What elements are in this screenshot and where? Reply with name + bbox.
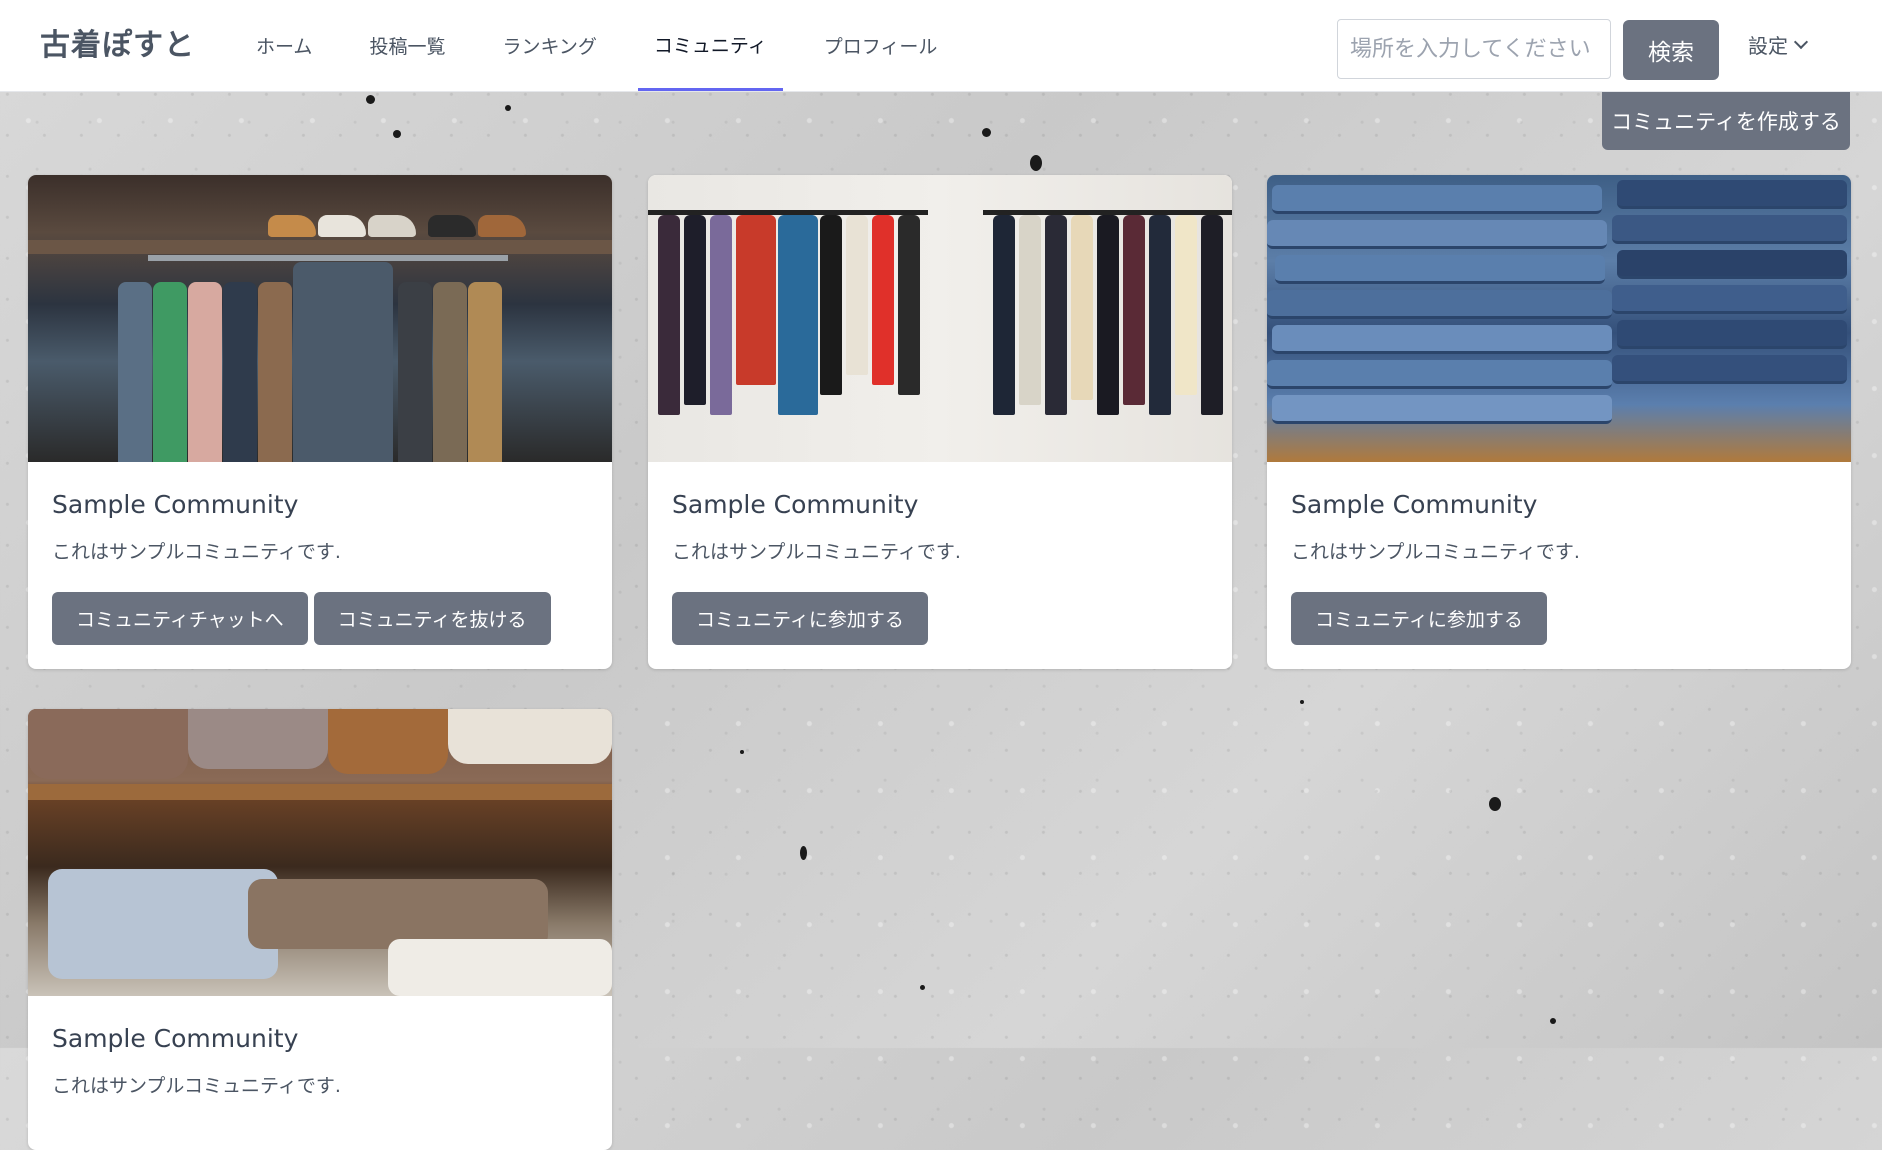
community-title: Sample Community: [1291, 490, 1538, 519]
nav-profile[interactable]: プロフィール: [808, 0, 954, 91]
community-card: Sample Community これはサンプルコミュニティです. コミュニティ…: [648, 175, 1232, 669]
join-community-button[interactable]: コミュニティに参加する: [672, 592, 928, 645]
community-image: [28, 175, 612, 462]
community-image: [1267, 175, 1851, 462]
nav-home[interactable]: ホーム: [240, 0, 328, 91]
join-community-button[interactable]: コミュニティに参加する: [1291, 592, 1547, 645]
community-image: [28, 709, 612, 996]
main-nav: ホーム 投稿一覧 ランキング コミュニティ プロフィール: [240, 0, 978, 91]
community-card: Sample Community これはサンプルコミュニティです.: [28, 709, 612, 1150]
nav-ranking[interactable]: ランキング: [486, 0, 612, 91]
community-image: [648, 175, 1232, 462]
chevron-down-icon: [1793, 34, 1809, 50]
location-search-input[interactable]: [1337, 19, 1611, 79]
site-logo[interactable]: 古着ぽすと: [40, 20, 195, 64]
leave-community-button[interactable]: コミュニティを抜ける: [313, 592, 551, 645]
create-community-button[interactable]: コミュニティを作成する: [1602, 92, 1850, 150]
top-navbar: 古着ぽすと ホーム 投稿一覧 ランキング コミュニティ プロフィール 検索 設定: [0, 0, 1882, 92]
settings-label: 設定: [1748, 34, 1788, 58]
community-description: これはサンプルコミュニティです.: [1291, 541, 1580, 563]
community-card: Sample Community これはサンプルコミュニティです. コミュニティ…: [28, 175, 612, 669]
community-description: これはサンプルコミュニティです.: [672, 541, 961, 563]
community-title: Sample Community: [672, 490, 919, 519]
nav-community[interactable]: コミュニティ: [637, 0, 783, 91]
community-title: Sample Community: [52, 490, 299, 519]
community-description: これはサンプルコミュニティです.: [52, 541, 341, 563]
search-button[interactable]: 検索: [1623, 20, 1719, 80]
community-title: Sample Community: [52, 1024, 299, 1053]
community-description: これはサンプルコミュニティです.: [52, 1075, 341, 1097]
settings-dropdown[interactable]: 設定: [1748, 30, 1809, 59]
community-card: Sample Community これはサンプルコミュニティです. コミュニティ…: [1267, 175, 1851, 669]
nav-posts[interactable]: 投稿一覧: [353, 0, 461, 91]
community-chat-button[interactable]: コミュニティチャットへ: [52, 592, 308, 645]
